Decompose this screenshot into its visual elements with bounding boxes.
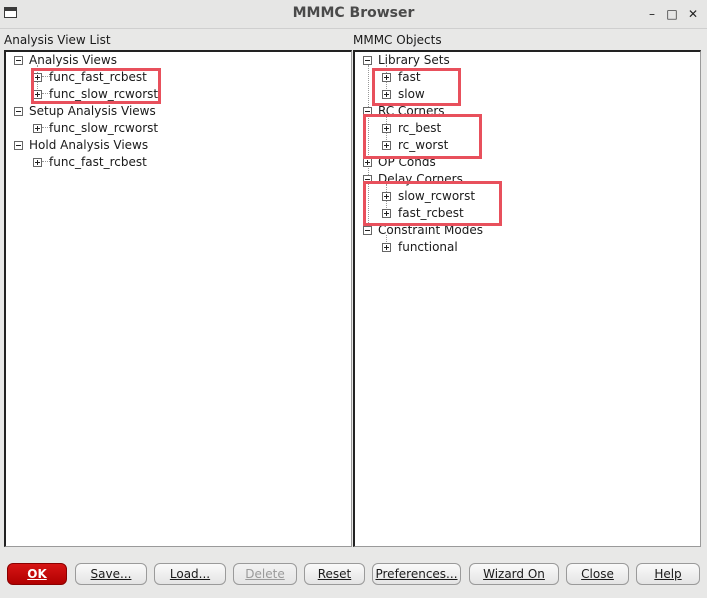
tree-item[interactable]: func_slow_rcworst: [49, 120, 158, 136]
collapse-icon[interactable]: [363, 226, 372, 235]
wizard-on-button[interactable]: Wizard On: [469, 563, 559, 585]
preferences-button[interactable]: Preferences...: [372, 563, 461, 585]
collapse-icon[interactable]: [14, 56, 23, 65]
expand-icon[interactable]: [33, 124, 42, 133]
title-bar: MMMC Browser – □ ✕: [0, 0, 707, 29]
collapse-icon[interactable]: [14, 141, 23, 150]
minimize-icon[interactable]: –: [644, 6, 660, 22]
tree-group-setup-analysis-views[interactable]: Setup Analysis Views: [29, 103, 156, 119]
collapse-icon[interactable]: [14, 107, 23, 116]
button-bar: OK Save... Load... Delete Reset Preferen…: [0, 558, 707, 598]
mmmc-objects-label: MMMC Objects: [353, 33, 442, 47]
reset-button[interactable]: Reset: [304, 563, 365, 585]
close-icon[interactable]: ✕: [685, 6, 701, 22]
tree-group-hold-analysis-views[interactable]: Hold Analysis Views: [29, 137, 148, 153]
analysis-view-tree[interactable]: Analysis Views func_fast_rcbest func_slo…: [4, 50, 352, 547]
mmmc-objects-tree[interactable]: Library Sets fast slow RC Corners rc_bes…: [353, 50, 701, 547]
expand-icon[interactable]: [33, 158, 42, 167]
close-button[interactable]: Close: [566, 563, 629, 585]
tree-item[interactable]: functional: [398, 239, 458, 255]
collapse-icon[interactable]: [363, 56, 372, 65]
maximize-icon[interactable]: □: [664, 6, 680, 22]
expand-icon[interactable]: [363, 158, 372, 167]
tree-group-analysis-views[interactable]: Analysis Views: [29, 52, 117, 68]
highlight-box: [363, 114, 482, 159]
save-button[interactable]: Save...: [75, 563, 147, 585]
window-title: MMMC Browser: [292, 5, 415, 21]
highlight-box: [372, 68, 461, 106]
expand-icon[interactable]: [382, 243, 391, 252]
tree-group-library-sets[interactable]: Library Sets: [378, 52, 450, 68]
analysis-view-list-label: Analysis View List: [4, 33, 111, 47]
highlight-box: [31, 68, 161, 104]
tree-item[interactable]: func_fast_rcbest: [49, 154, 147, 170]
load-button[interactable]: Load...: [154, 563, 226, 585]
ok-button[interactable]: OK: [7, 563, 67, 585]
help-button[interactable]: Help: [636, 563, 700, 585]
delete-button[interactable]: Delete: [233, 563, 297, 585]
highlight-box: [363, 181, 502, 226]
